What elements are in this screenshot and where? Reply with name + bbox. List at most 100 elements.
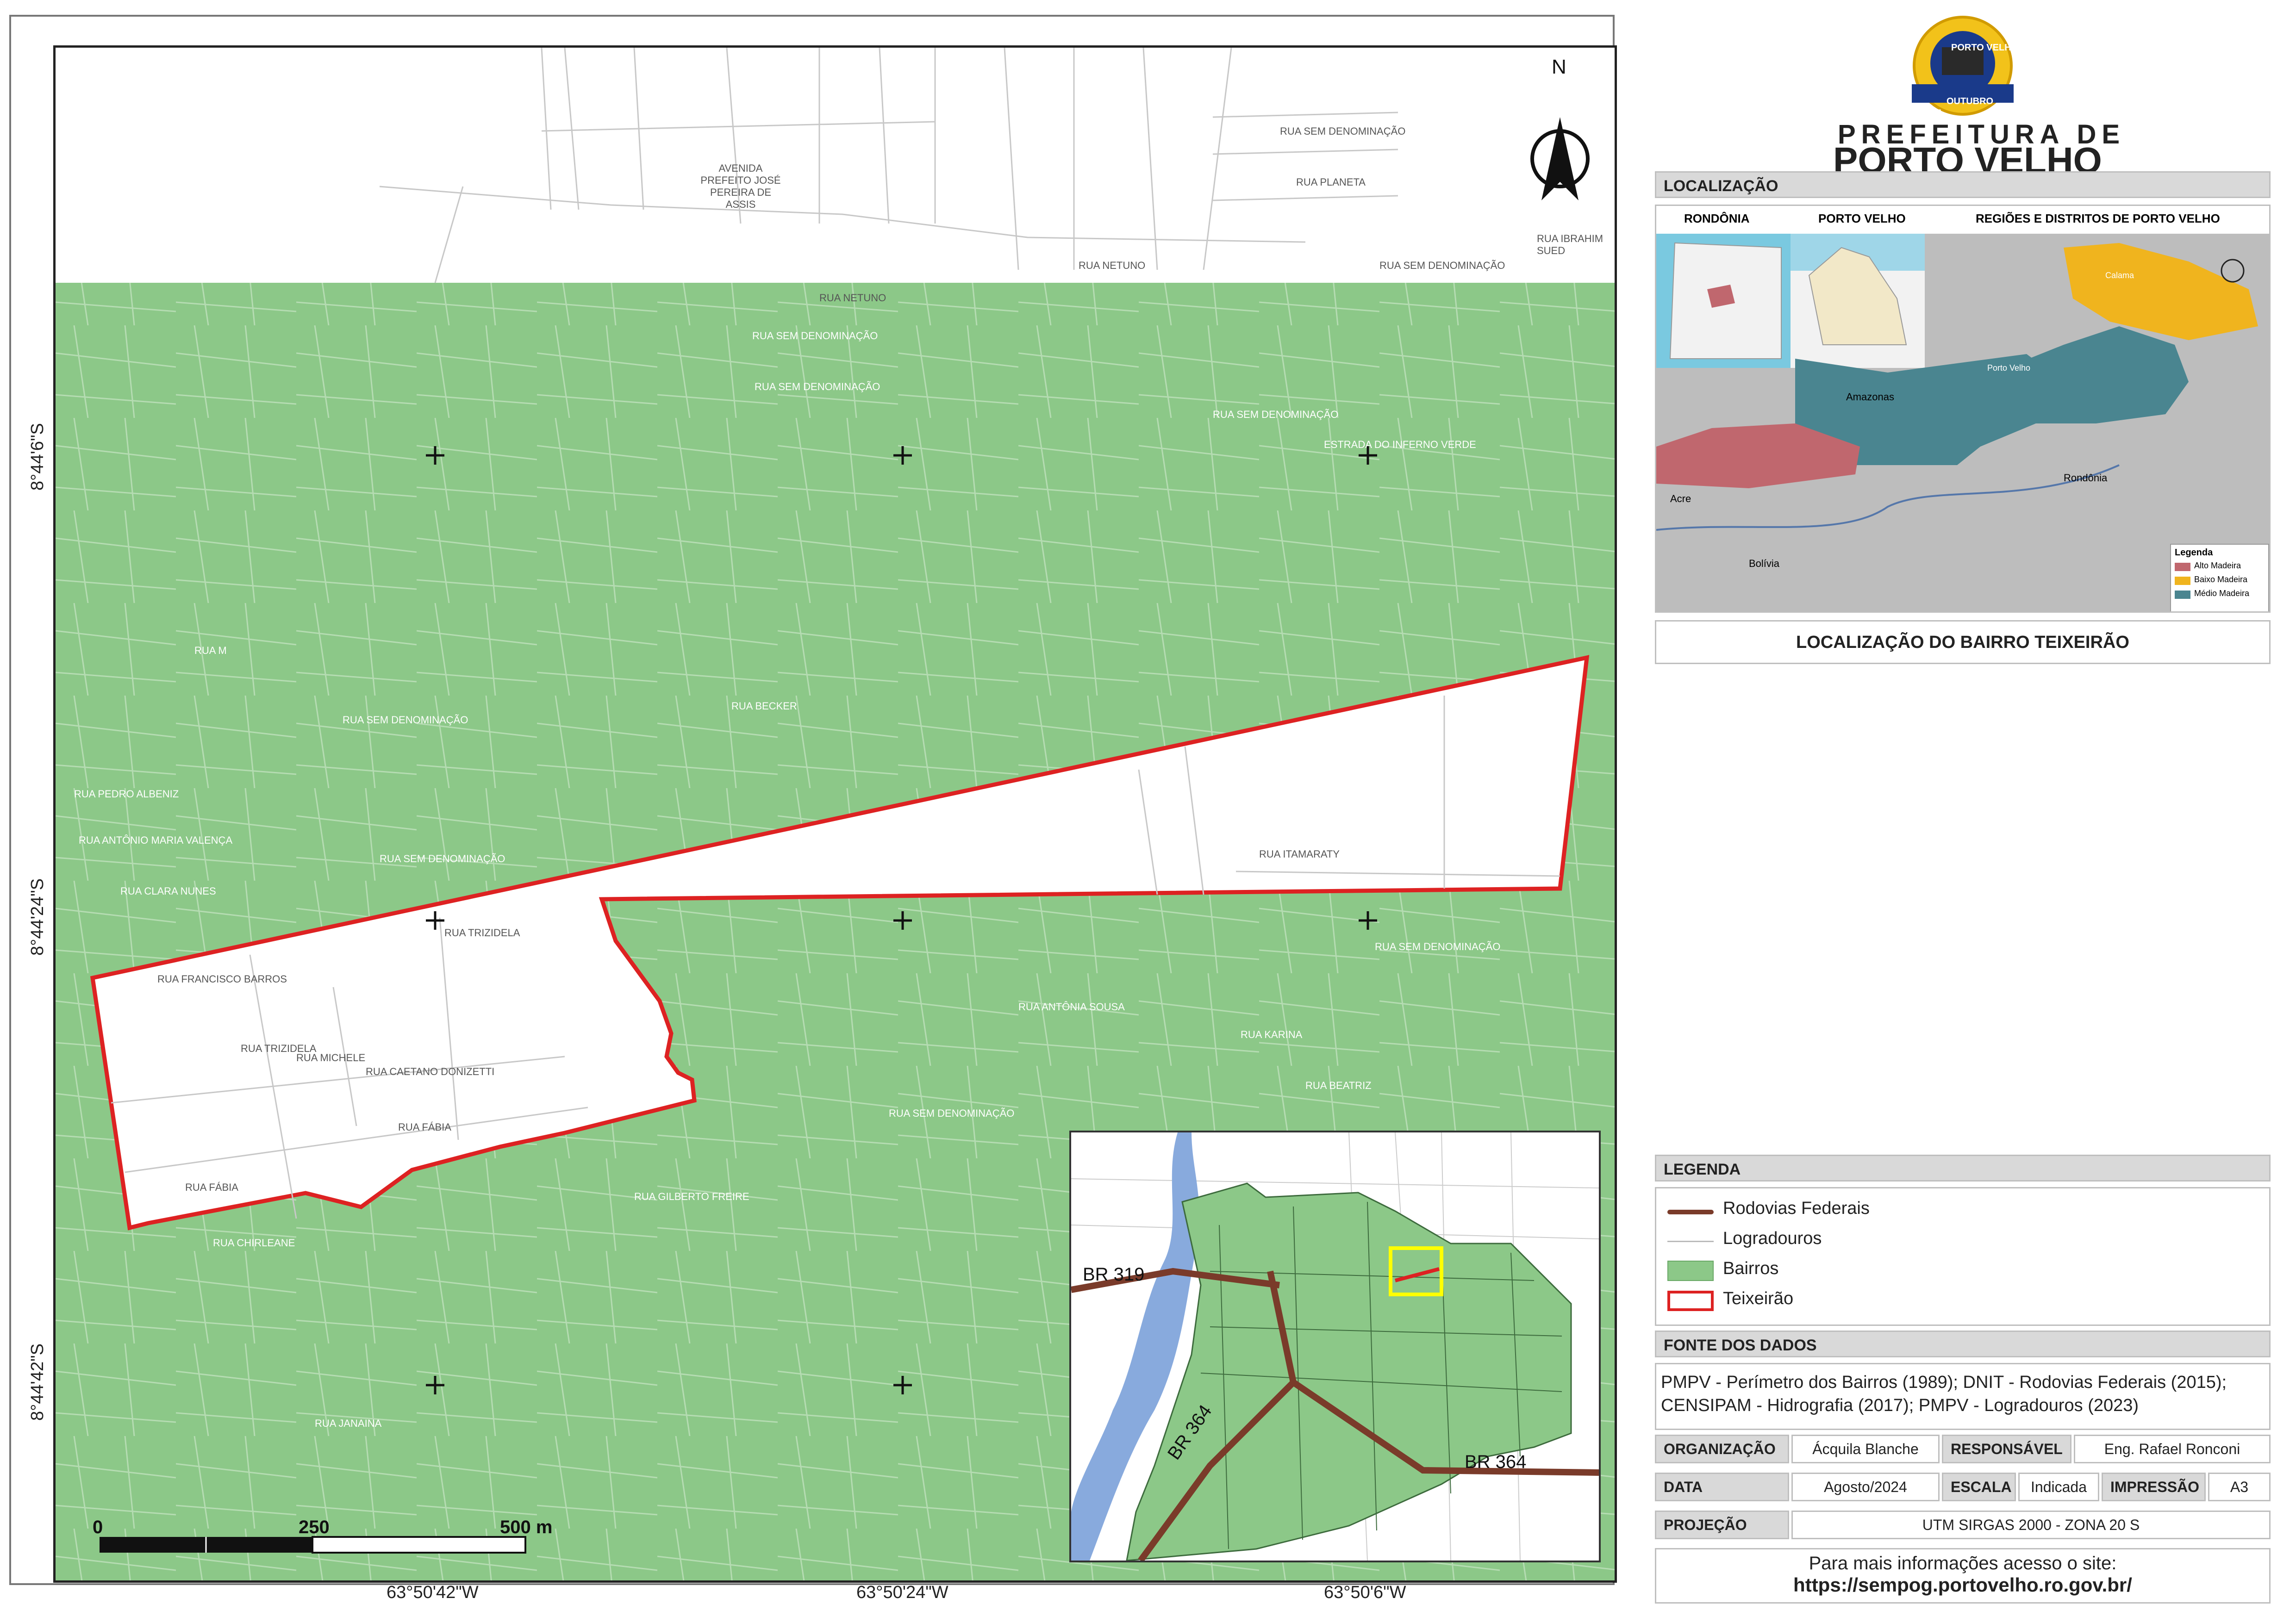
scale-label-250: 250: [299, 1517, 330, 1537]
overview-canvas: [1071, 1132, 1599, 1561]
street-label: RUA FÁBIA: [398, 1121, 451, 1133]
street-label: RUA ITAMARATY: [1259, 848, 1340, 860]
seal-top-text: PORTO VELHO: [1951, 43, 2019, 53]
legend-symbol-teixeirao: [1667, 1291, 1714, 1311]
seal-year: 1914: [1986, 107, 2009, 119]
legend-item-teixeirao: Teixeirão: [1667, 1289, 1793, 1311]
lon-label-3: 63°50'6"W: [1324, 1583, 1406, 1602]
lon-label-1: 63°50'42"W: [387, 1583, 479, 1602]
inset-legend-item: Médio Madeira: [2171, 588, 2268, 602]
street-label: RUA PLANETA: [1296, 176, 1366, 188]
lat-label-2: 8°44'24"S: [28, 878, 47, 956]
inset-title-rondonia: RONDÔNIA: [1684, 211, 1750, 225]
bairros-overview: [1126, 1182, 1572, 1561]
place-acre: Acre: [1670, 493, 1691, 504]
legend-symbol-street: [1667, 1241, 1714, 1242]
section-header-localizacao: LOCALIZAÇÃO: [1655, 171, 2271, 198]
street-label: RUA SEM DENOMINAÇÃO: [1280, 125, 1406, 137]
resp-value: Eng. Rafael Ronconi: [2074, 1435, 2271, 1463]
street-label: RUA SEM DENOMINAÇÃO: [889, 1107, 1015, 1119]
street-label: AVENIDA PREFEITO JOSÉ PEREIRA DE ASSIS: [700, 162, 781, 210]
street-label: RUA CAETANO DONIZETTI: [366, 1066, 495, 1077]
data-sources-text: PMPV - Perímetro dos Bairros (1989); DNI…: [1655, 1363, 2271, 1430]
north-arrow-icon: [1530, 117, 1590, 200]
north-label: N: [1552, 56, 1566, 78]
street-label: RUA CHIRLEANE: [213, 1237, 295, 1249]
org-value: Ácquila Blanche: [1791, 1435, 1940, 1463]
inset-legend-item: Baixo Madeira: [2171, 574, 2268, 588]
date-value: Agosto/2024: [1791, 1473, 1940, 1501]
scale-label-500: 500 m: [500, 1517, 553, 1537]
scale-value: Indicada: [2018, 1473, 2099, 1501]
location-caption: LOCALIZAÇÃO DO BAIRRO TEIXEIRÃO: [1655, 620, 2271, 664]
logo-block: PORTO VELHO OUTUBRO 2 DE 1914 PREFEITURA…: [1655, 15, 2271, 179]
street-label: RUA PEDRO ALBENIZ: [74, 788, 179, 800]
scale-label-0: 0: [93, 1517, 103, 1537]
date-label: DATA: [1655, 1473, 1789, 1501]
street-label: RUA BECKER: [731, 700, 797, 712]
street-label: RUA KARINA: [1241, 1029, 1303, 1040]
inset-title-regioes: REGIÕES E DISTRITOS DE PORTO VELHO: [1976, 211, 2220, 225]
street-label: RUA GILBERTO FREIRE: [634, 1191, 749, 1202]
legend-box: Rodovias Federais Logradouros Bairros Te…: [1655, 1187, 2271, 1326]
projection-label: PROJEÇÃO: [1655, 1511, 1789, 1539]
road-label-br364: BR 364: [1465, 1452, 1527, 1472]
street-label: RUA SEM DENOMINAÇÃO: [752, 330, 878, 342]
street-label: RUA TRIZIDELA: [444, 927, 520, 939]
lat-label-3: 8°44'42"S: [28, 1343, 47, 1421]
street-label: RUA JANAINA: [315, 1418, 382, 1429]
street-label: RUA SEM DENOMINAÇÃO: [755, 381, 880, 392]
info-box: Para mais informações acesso o site: htt…: [1655, 1548, 2271, 1604]
legend-symbol-bairro: [1667, 1261, 1714, 1281]
street-label: RUA SEM DENOMINAÇÃO: [1379, 260, 1505, 271]
seal-ribbon-text: OUTUBRO: [1947, 96, 1994, 106]
street-label: RUA NETUNO: [819, 292, 886, 304]
inset-legend-title: Legenda: [2175, 547, 2213, 558]
street-label: ESTRADA DO INFERNO VERDE: [1324, 439, 1476, 450]
resp-label: RESPONSÁVEL: [1942, 1435, 2071, 1463]
place-bolivia: Bolívia: [1749, 558, 1780, 569]
street-label: RUA SEM DENOMINAÇÃO: [1213, 409, 1339, 420]
overview-inset[interactable]: BR 319 BR 364 BR 364: [1069, 1131, 1601, 1562]
place-amazonas: Amazonas: [1846, 391, 1894, 403]
info-line1: Para mais informações acesso o site:: [1809, 1553, 2117, 1573]
street-label: RUA ANTÔNIO MARIA VALENÇA: [79, 834, 233, 846]
location-inset-maps[interactable]: RONDÔNIA PORTO VELHO REGIÕES E DISTRITOS…: [1655, 205, 2271, 613]
scale-label: ESCALA: [1942, 1473, 2016, 1501]
lat-label-1: 8°44'6"S: [28, 423, 47, 491]
street-label: RUA FRANCISCO BARROS: [157, 973, 287, 985]
street-label: RUA ANTÔNIA SOUSA: [1018, 1001, 1125, 1013]
inset-title-porto-velho: PORTO VELHO: [1818, 211, 1906, 225]
legend-item-bairros: Bairros: [1667, 1259, 1778, 1281]
org-label: ORGANIZAÇÃO: [1655, 1435, 1789, 1463]
seal-ribbon-text-2: 2 DE: [1919, 107, 1941, 119]
place-porto-velho: Porto Velho: [1987, 363, 2031, 373]
inset-titles: RONDÔNIA PORTO VELHO REGIÕES E DISTRITOS…: [1656, 206, 2269, 234]
legend-symbol-road: [1667, 1210, 1714, 1214]
legend-item-logradouros: Logradouros: [1667, 1229, 1822, 1249]
info-link[interactable]: https://sempog.portovelho.ro.gov.br/: [1656, 1574, 2269, 1596]
section-header-legenda: LEGENDA: [1655, 1155, 2271, 1181]
print-value: A3: [2208, 1473, 2271, 1501]
street-label: RUA SEM DENOMINAÇÃO: [380, 853, 505, 864]
street-label: RUA MICHELE: [296, 1052, 366, 1063]
street-label: RUA IBRAHIM SUED: [1537, 233, 1603, 256]
legend-item-rodovias: Rodovias Federais: [1667, 1199, 1870, 1219]
scale-bar: [100, 1536, 526, 1554]
lon-label-2: 63°50'24"W: [856, 1583, 948, 1602]
inset-legend: Legenda Alto Madeira Baixo Madeira Médio…: [2170, 544, 2269, 611]
street-label: RUA CLARA NUNES: [120, 885, 216, 897]
road-label-br319: BR 319: [1083, 1264, 1145, 1285]
street-label: RUA FÁBIA: [185, 1181, 238, 1193]
section-header-fonte: FONTE DOS DADOS: [1655, 1331, 2271, 1357]
street-label: RUA SEM DENOMINAÇÃO: [1375, 941, 1501, 952]
street-label: RUA BEATRIZ: [1305, 1080, 1372, 1091]
main-map[interactable]: N RUA SEM DENOMINAÇÃO RUA PLANETA RUA SE…: [53, 45, 1617, 1583]
print-label: IMPRESSÃO: [2102, 1473, 2206, 1501]
street-label: RUA SEM DENOMINAÇÃO: [343, 714, 468, 726]
streets-north: [379, 48, 1398, 283]
place-calama: Calama: [2105, 271, 2134, 280]
projection-value: UTM SIRGAS 2000 - ZONA 20 S: [1791, 1511, 2271, 1539]
inset-legend-item: Alto Madeira: [2171, 560, 2268, 574]
place-rondonia: Rondônia: [2064, 472, 2108, 484]
